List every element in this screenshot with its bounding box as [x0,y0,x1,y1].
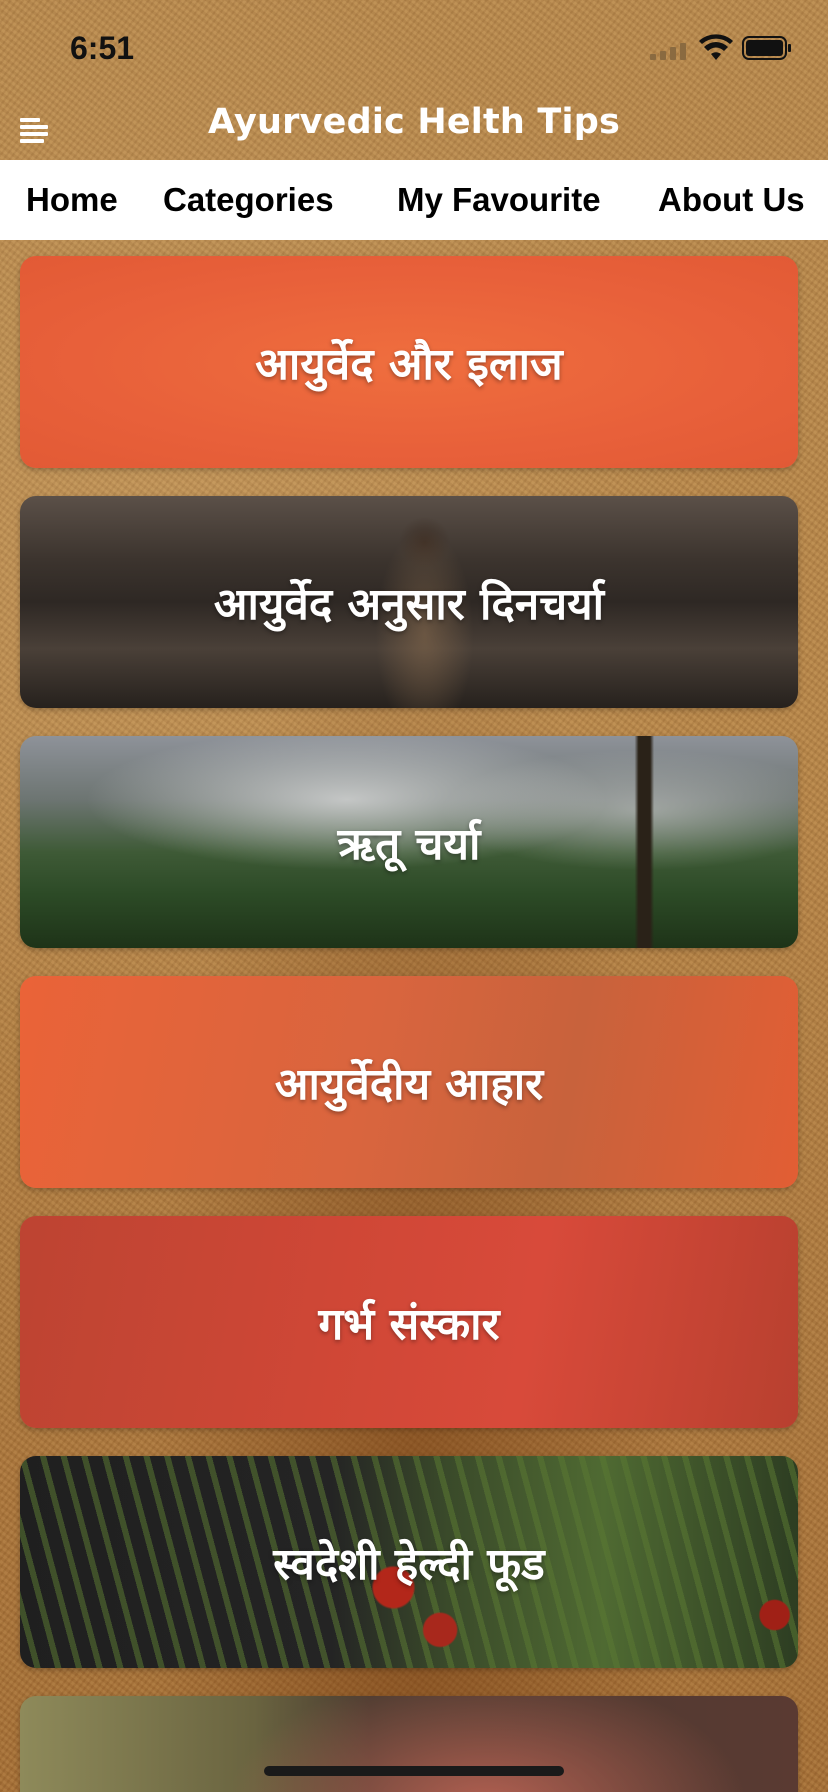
tab-my-favourite[interactable]: My Favourite [397,160,601,240]
wifi-icon [699,34,733,60]
app-header: Ayurvedic Helth Tips [0,96,828,160]
card-background [20,1696,798,1792]
category-card[interactable]: आयुर्वेद और इलाज [20,256,798,468]
category-label: गर्भ संस्कार [318,1299,500,1350]
tab-categories[interactable]: Categories [163,160,334,240]
category-label: स्वदेशी हेल्दी फूड [273,1539,545,1590]
home-indicator [264,1766,564,1776]
category-label: आयुर्वेद और इलाज [255,339,563,390]
category-card[interactable]: आयुर्वेद अनुसार दिनचर्या [20,496,798,708]
status-bar: 6:51 [0,0,828,96]
category-label: ऋतू चर्या [337,819,481,870]
tab-bar: Home Categories My Favourite About Us [0,160,828,240]
category-card[interactable]: आयुर्वेदीय आहार [20,976,798,1188]
category-label: आयुर्वेद अनुसार दिनचर्या [213,579,605,630]
signal-icon [650,43,686,60]
battery-icon [742,36,791,60]
category-label: आयुर्वेदीय आहार [274,1059,544,1110]
category-card-partial[interactable] [20,1696,798,1792]
category-card[interactable]: स्वदेशी हेल्दी फूड [20,1456,798,1668]
tab-about-us[interactable]: About Us [658,160,805,240]
category-card[interactable]: गर्भ संस्कार [20,1216,798,1428]
category-card[interactable]: ऋतू चर्या [20,736,798,948]
page-title: Ayurvedic Helth Tips [208,102,620,142]
tab-home[interactable]: Home [26,160,118,240]
status-time: 6:51 [70,30,135,66]
